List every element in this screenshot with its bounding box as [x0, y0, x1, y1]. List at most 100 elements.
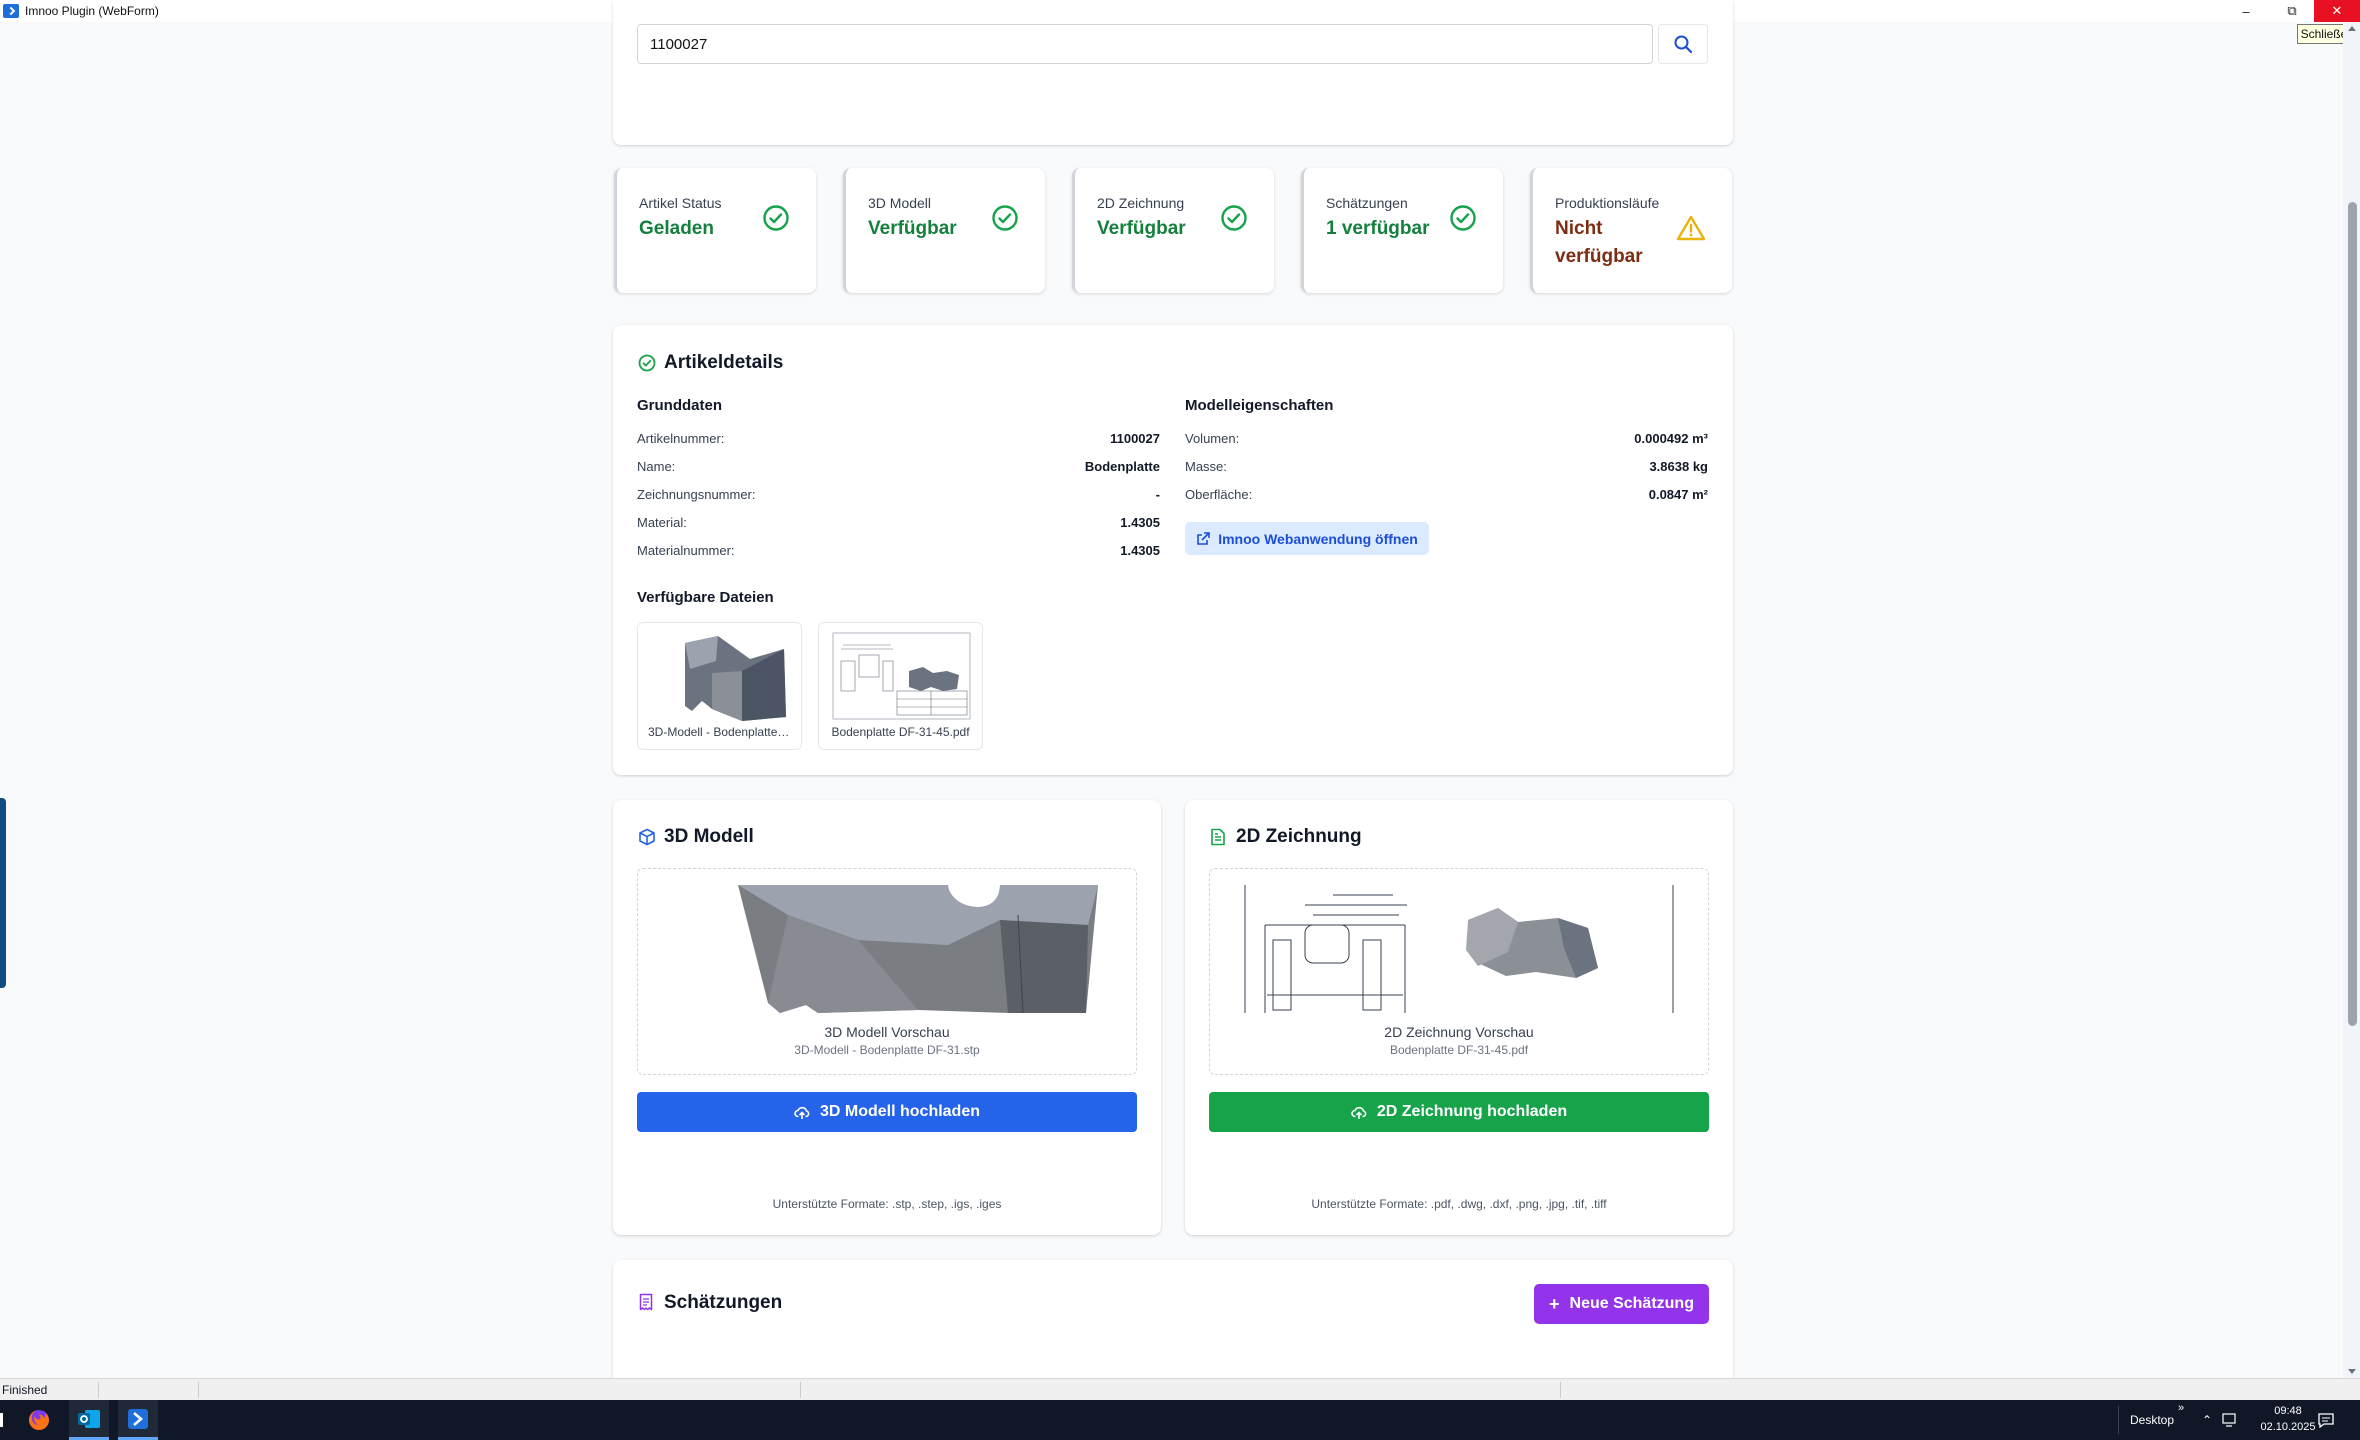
tray-divider [2118, 1406, 2119, 1434]
status-text: Finished [2, 1382, 48, 1397]
grunddaten-title: Grunddaten [637, 397, 722, 414]
model3d-preview[interactable]: 3D Modell Vorschau 3D-Modell - Bodenplat… [637, 868, 1137, 1075]
desktop-toolbar-label[interactable]: Desktop [2130, 1413, 2174, 1427]
model3d-formats: Unterstützte Formate: .stp, .step, .igs,… [772, 1197, 1002, 1211]
status-card-artikel: Artikel Status Geladen [614, 168, 816, 293]
status-label: 2D Zeichnung [1097, 195, 1185, 211]
chevron-up-icon[interactable]: ⌃ [2202, 1413, 2212, 1427]
model3d-preview-file: 3D-Modell - Bodenplatte DF-31.stp [794, 1043, 980, 1057]
network-icon[interactable] [2222, 1413, 2238, 1427]
kv-label: Materialnummer: [637, 543, 735, 558]
upload-cloud-icon [794, 1106, 810, 1119]
status-label: 3D Modell [868, 195, 932, 211]
chevron-right-icon[interactable]: » [2178, 1402, 2184, 1414]
clock-date[interactable]: 02.10.2025 [2258, 1421, 2318, 1433]
status-value-line1: Nicht [1555, 218, 1603, 239]
upload-cloud-icon [1351, 1106, 1367, 1119]
statusbar-divider [98, 1382, 99, 1398]
statusbar-divider [198, 1382, 199, 1398]
kv-label: Masse: [1185, 459, 1227, 474]
status-label: Artikel Status [639, 195, 722, 211]
status-value: Nicht verfügbar [1555, 215, 1643, 271]
file-tile-3d[interactable]: 3D-Modell - Bodenplatte DF-31.stp [637, 622, 802, 750]
new-estimate-button[interactable]: + Neue Schätzung [1534, 1284, 1709, 1324]
status-card-schaetzungen: Schätzungen 1 verfügbar [1301, 168, 1503, 293]
drawing2d-upload-label: 2D Zeichnung hochladen [1376, 1103, 1568, 1120]
scroll-thumb[interactable] [2348, 202, 2357, 1026]
open-webapp-button[interactable]: Imnoo Webanwendung öffnen [1185, 522, 1429, 555]
statusbar-divider [800, 1382, 801, 1398]
drawing2d-formats: Unterstützte Formate: .pdf, .dwg, .dxf, … [1311, 1197, 1607, 1211]
model3d-upload-button[interactable]: 3D Modell hochladen [637, 1092, 1137, 1132]
firefox-icon[interactable] [19, 1400, 59, 1440]
open-webapp-label: Imnoo Webanwendung öffnen [1218, 530, 1418, 547]
drawing2d-title: 2D Zeichnung [1236, 826, 1362, 847]
artikeldetails-title: Artikeldetails [664, 352, 784, 373]
file-name: 3D-Modell - Bodenplatte DF-31.stp [648, 725, 801, 739]
scroll-up-arrow[interactable] [2348, 26, 2356, 31]
external-link-icon [1197, 531, 1210, 545]
status-card-produktionslaeufe: Produktionsläufe Nicht verfügbar [1530, 168, 1732, 293]
search-input[interactable]: 1100027 [637, 24, 1653, 64]
kv-value: 0.0847 m² [1648, 487, 1708, 502]
drawing2d-upload-button[interactable]: 2D Zeichnung hochladen [1209, 1092, 1709, 1132]
drawing2d-preview-file: Bodenplatte DF-31-45.pdf [1389, 1043, 1529, 1057]
kv-value: Bodenplatte [1084, 459, 1160, 474]
model3d-preview-caption: 3D Modell Vorschau [824, 1024, 950, 1040]
outlook-icon[interactable] [69, 1400, 109, 1440]
modelleigenschaften-title: Modelleigenschaften [1185, 397, 1334, 414]
status-card-2d-zeichnung: 2D Zeichnung Verfügbar [1072, 168, 1274, 293]
search-button[interactable] [1658, 24, 1708, 64]
imnoo-plugin-icon[interactable] [118, 1400, 158, 1440]
status-value-line2: verfügbar [1555, 246, 1643, 267]
status-label: Produktionsläufe [1555, 195, 1660, 211]
kv-value: 0.000492 m³ [1634, 431, 1708, 446]
drawing2d-preview-image [1243, 885, 1675, 1015]
side-panel-handle[interactable] [0, 798, 6, 988]
window-title: Imnoo Plugin (WebForm) [25, 4, 159, 18]
drawing2d-preview-caption: 2D Zeichnung Vorschau [1384, 1024, 1534, 1040]
minimize-button[interactable]: – [2224, 0, 2268, 22]
vertical-scrollbar[interactable] [2343, 22, 2360, 1378]
kv-label: Artikelnummer: [637, 431, 725, 446]
status-value: Geladen [639, 218, 714, 239]
kv-value: 1100027 [1110, 431, 1160, 446]
drawing2d-preview[interactable]: 2D Zeichnung Vorschau Bodenplatte DF-31-… [1209, 868, 1709, 1075]
model3d-upload-label: 3D Modell hochladen [819, 1103, 980, 1120]
kv-label: Zeichnungsnummer: [637, 487, 756, 502]
notification-icon[interactable] [2318, 1412, 2334, 1428]
status-value: Verfügbar [868, 218, 957, 239]
status-card-3d-modell: 3D Modell Verfügbar [843, 168, 1045, 293]
search-icon [1674, 35, 1693, 54]
system-tray: Desktop » ⌃ 09:48 02.10.2025 [2118, 1400, 2360, 1440]
taskbar-edge [0, 1413, 3, 1427]
kv-value: 1.4305 [1120, 515, 1160, 530]
kv-value: - [1155, 487, 1160, 502]
kv-label: Material: [637, 515, 687, 530]
taskbar: Desktop » ⌃ 09:48 02.10.2025 [0, 1400, 2360, 1440]
check-circle-icon [638, 354, 656, 372]
verfuegbare-dateien-title: Verfügbare Dateien [637, 589, 774, 606]
kv-value: 3.8638 kg [1649, 459, 1708, 474]
new-estimate-label: Neue Schätzung [1569, 1295, 1694, 1312]
model3d-title: 3D Modell [664, 826, 754, 847]
restore-button[interactable]: ⧉ [2270, 0, 2314, 22]
search-card [613, 0, 1733, 145]
model3d-preview-image [738, 885, 1098, 1014]
check-circle-icon [992, 205, 1018, 231]
cube-icon [639, 828, 655, 846]
check-circle-icon [763, 205, 789, 231]
kv-label: Volumen: [1185, 431, 1240, 446]
kv-label: Oberfläche: [1185, 487, 1253, 502]
check-circle-icon [1221, 205, 1247, 231]
document-icon [1211, 828, 1225, 846]
status-value: 1 verfügbar [1326, 218, 1430, 239]
file-name: Bodenplatte DF-31-45.pdf [831, 725, 970, 739]
close-button[interactable]: ✕ [2314, 0, 2360, 22]
file-tile-2d[interactable]: Bodenplatte DF-31-45.pdf [818, 622, 983, 750]
status-label: Schätzungen [1326, 195, 1408, 211]
status-value: Verfügbar [1097, 218, 1186, 239]
kv-value: 1.4305 [1120, 543, 1160, 558]
scroll-down-arrow[interactable] [2348, 1369, 2356, 1374]
clock-time[interactable]: 09:48 [2258, 1405, 2318, 1417]
